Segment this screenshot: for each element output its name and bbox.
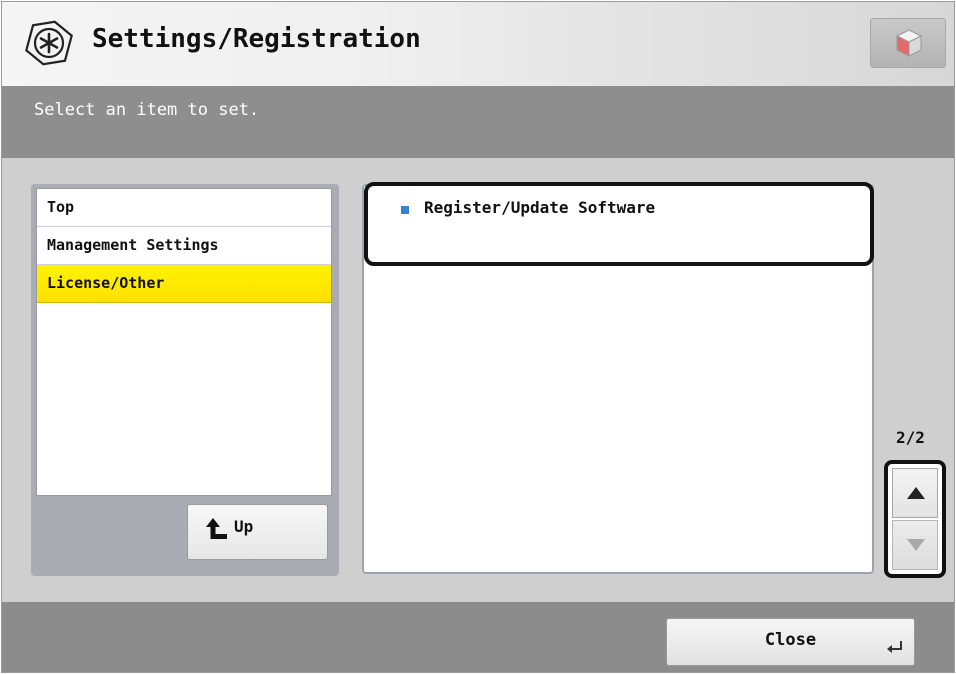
- settings-asterisk-icon: [24, 18, 74, 68]
- title-bar: Settings/Registration: [2, 2, 954, 87]
- enter-icon: [886, 639, 904, 658]
- close-button-label: Close: [764, 630, 817, 650]
- category-item-top[interactable]: Top: [37, 189, 331, 227]
- settings-screen: Settings/Registration Select an item to …: [1, 1, 955, 673]
- bullet-square-icon: [401, 206, 409, 214]
- footer-bar: Close: [2, 602, 954, 672]
- pager-controls: [884, 460, 946, 578]
- category-item-license-other[interactable]: License/Other: [37, 265, 331, 303]
- page-down-button[interactable]: [892, 520, 938, 570]
- list-item-label: Register/Update Software: [424, 198, 656, 217]
- instruction-text: Select an item to set.: [34, 100, 260, 120]
- page-indicator: 2/2: [896, 428, 925, 447]
- page-up-button[interactable]: [892, 468, 938, 518]
- up-button-label: Up: [234, 517, 254, 536]
- instruction-band: Select an item to set.: [2, 86, 954, 158]
- settings-list-panel: Register/Update Software: [362, 182, 874, 574]
- cube-button[interactable]: [870, 18, 946, 68]
- category-panel: Top Management Settings License/Other Up: [31, 184, 339, 576]
- main-area: Top Management Settings License/Other Up…: [2, 158, 954, 602]
- category-list: Top Management Settings License/Other: [36, 188, 332, 496]
- close-button[interactable]: Close: [666, 618, 915, 666]
- list-item-register-update-software[interactable]: Register/Update Software: [364, 182, 874, 266]
- page-title: Settings/Registration: [92, 24, 421, 54]
- category-item-management-settings[interactable]: Management Settings: [37, 227, 331, 265]
- up-button[interactable]: Up: [187, 504, 328, 560]
